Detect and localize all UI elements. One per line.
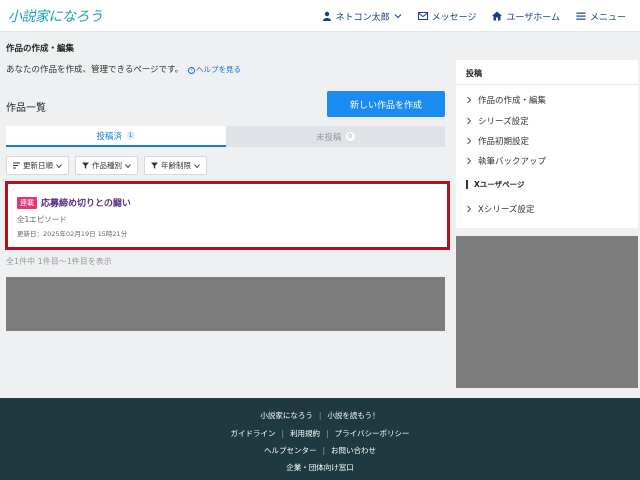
help-link-label: ヘルプを見る xyxy=(196,65,242,74)
help-icon: ? xyxy=(188,67,196,74)
nav-message-button[interactable]: メッセージ xyxy=(410,8,485,24)
sidebar-item-series[interactable]: シリーズ設定 xyxy=(466,115,529,127)
sidebar-item-initial-settings[interactable]: 作品初期設定 xyxy=(466,135,529,147)
work-tabs: 投稿済 1 未投稿 0 xyxy=(6,126,445,147)
nav-menu-button[interactable]: メニュー xyxy=(568,8,634,24)
mail-icon xyxy=(417,11,428,21)
sidebar-section-label: Xユーザページ xyxy=(474,180,525,189)
sidebar-item-x-series[interactable]: Xシリーズ設定 xyxy=(466,203,534,215)
footer-link-yomou[interactable]: 小説を読もう！ xyxy=(327,410,379,421)
updated-date: 更新日：2025年02月19日 15時21分 xyxy=(17,230,128,238)
filter-icon xyxy=(82,162,89,169)
sidebar-item-label: 執筆バックアップ xyxy=(478,157,547,167)
ad-placeholder xyxy=(6,277,445,331)
nav-user-label: ネトコン太郎 xyxy=(335,12,390,23)
chevron-right-icon xyxy=(467,137,472,145)
sidebar-item-label: 作品の作成・編集 xyxy=(478,96,547,106)
serial-badge: 連載 xyxy=(17,196,37,209)
page-description: あなたの作品を作成、管理できるページです。 ? ヘルプを見る xyxy=(6,63,241,75)
footer-row: ガイドライン | 利用規約 | プライバシーポリシー xyxy=(0,428,640,439)
tab-posted-label: 投稿済 xyxy=(96,131,122,142)
result-count: 全1件中 1件目〜1件目を表示 xyxy=(6,257,112,266)
footer-link-narou[interactable]: 小説家になろう xyxy=(260,410,313,421)
footer-row: 企業・団体向け窓口 xyxy=(0,462,640,473)
work-list-heading: 作品一覧 xyxy=(6,103,46,114)
footer-link-corporate[interactable]: 企業・団体向け窓口 xyxy=(286,462,354,473)
footer-separator: | xyxy=(322,446,326,455)
sidebar-section-x-user: Xユーザページ xyxy=(466,179,524,190)
chevron-right-icon xyxy=(467,157,472,165)
age-limit-label: 年齢制限 xyxy=(161,161,191,170)
tab-unposted-count: 0 xyxy=(345,132,355,141)
site-logo[interactable]: 小説家になろう xyxy=(8,6,103,26)
tab-unposted[interactable]: 未投稿 0 xyxy=(225,126,445,147)
sort-label: 更新日順 xyxy=(23,161,53,170)
divider xyxy=(456,84,638,85)
work-title-row: 連載 応募締め切りとの闘い xyxy=(17,196,131,209)
chevron-right-icon xyxy=(467,205,472,213)
sort-icon xyxy=(13,162,20,169)
create-work-button[interactable]: 新しい作品を作成 xyxy=(327,91,445,117)
chevron-down-icon xyxy=(394,14,401,19)
footer-separator: | xyxy=(326,429,329,438)
sidebar-heading: 投稿 xyxy=(466,69,482,78)
help-link[interactable]: ? ヘルプを見る xyxy=(188,65,241,74)
footer-separator: | xyxy=(318,411,322,420)
menu-icon xyxy=(576,11,586,21)
sidebar: 投稿 作品の作成・編集 シリーズ設定 作品初期設定 執筆バックアップ Xユーザペ… xyxy=(456,60,638,228)
header-nav: ネトコン太郎 メッセージ ユーザホーム メニュー xyxy=(314,8,634,24)
footer-row: ヘルプセンター | お問い合わせ xyxy=(0,445,640,456)
footer-link-guideline[interactable]: ガイドライン xyxy=(231,428,276,439)
section-marker xyxy=(466,180,468,189)
age-limit-dropdown[interactable]: 年齢制限 xyxy=(144,156,207,175)
footer-separator: | xyxy=(281,429,285,438)
footer-row: 小説家になろう | 小説を読もう！ xyxy=(0,410,640,421)
site-footer: 小説家になろう | 小説を読もう！ ガイドライン | 利用規約 | プライバシーポリシ… xyxy=(0,398,640,480)
chevron-down-icon xyxy=(194,163,200,168)
tab-posted[interactable]: 投稿済 1 xyxy=(6,126,226,147)
work-title-link[interactable]: 応募締め切りとの闘い xyxy=(41,196,131,209)
sidebar-item-backup[interactable]: 執筆バックアップ xyxy=(466,155,546,167)
nav-userhome-label: ユーザホーム xyxy=(506,12,560,23)
site-header: 小説家になろう ネトコン太郎 メッセージ ユーザホーム メニュー xyxy=(0,0,640,32)
chevron-right-icon xyxy=(467,117,472,125)
episode-count: 全1エピソード xyxy=(17,215,67,224)
tab-unposted-label: 未投稿 xyxy=(315,132,342,143)
description-text: あなたの作品を作成、管理できるページです。 xyxy=(6,65,184,75)
footer-link-help[interactable]: ヘルプセンター xyxy=(264,445,317,456)
home-icon xyxy=(492,11,503,21)
work-type-dropdown[interactable]: 作品種別 xyxy=(75,156,138,175)
sidebar-ad-placeholder xyxy=(456,236,638,388)
sidebar-item-label: Xシリーズ設定 xyxy=(478,205,535,215)
sidebar-item-create-edit[interactable]: 作品の作成・編集 xyxy=(466,94,546,106)
footer-link-privacy[interactable]: プライバシーポリシー xyxy=(335,428,410,439)
sidebar-item-label: シリーズ設定 xyxy=(478,117,529,127)
chevron-down-icon xyxy=(125,163,131,168)
tab-posted-count: 1 xyxy=(126,131,135,140)
footer-link-terms[interactable]: 利用規約 xyxy=(290,428,320,439)
user-icon xyxy=(322,11,332,21)
filter-icon xyxy=(151,162,158,169)
nav-menu-label: メニュー xyxy=(589,12,626,23)
work-type-label: 作品種別 xyxy=(92,161,122,170)
nav-userhome-button[interactable]: ユーザホーム xyxy=(484,8,568,24)
work-card[interactable]: 連載 応募締め切りとの闘い 全1エピソード 更新日：2025年02月19日 15… xyxy=(5,181,450,250)
nav-message-label: メッセージ xyxy=(431,12,477,23)
logo-text: 小説家になろう xyxy=(8,9,103,25)
page-title: 作品の作成・編集 xyxy=(6,44,75,54)
chevron-down-icon xyxy=(56,163,62,168)
nav-user-button[interactable]: ネトコン太郎 xyxy=(314,8,410,24)
filter-bar: 更新日順 作品種別 年齢制限 xyxy=(6,156,207,175)
sort-dropdown[interactable]: 更新日順 xyxy=(6,156,69,175)
chevron-right-icon xyxy=(467,96,472,104)
footer-link-contact[interactable]: お問い合わせ xyxy=(331,445,376,456)
sidebar-item-label: 作品初期設定 xyxy=(478,137,530,147)
